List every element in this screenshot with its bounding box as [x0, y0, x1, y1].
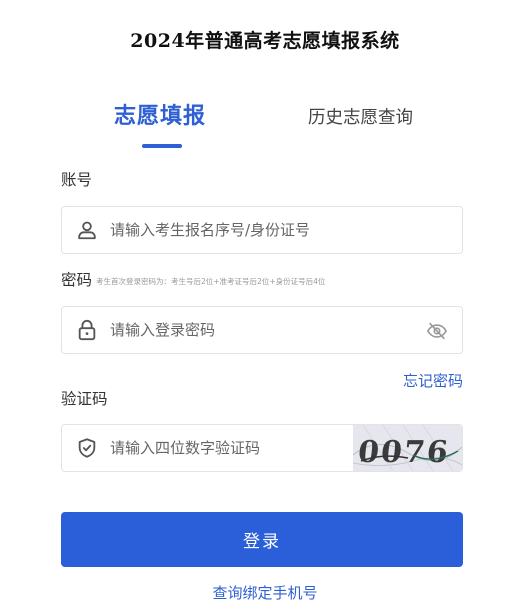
tab-history-query[interactable]: 历史志愿查询: [308, 104, 413, 129]
forgot-password-link[interactable]: 忘记密码: [403, 370, 463, 391]
login-button[interactable]: 登录: [61, 512, 463, 567]
query-bound-phone-link[interactable]: 查询绑定手机号: [0, 582, 530, 603]
login-tabs: 志愿填报 历史志愿查询: [60, 96, 464, 156]
captcha-field: 0076: [61, 424, 463, 472]
password-field: [61, 306, 463, 354]
lock-icon: [78, 319, 96, 341]
page-title: 2024年普通高考志愿填报系统: [130, 30, 400, 52]
password-label: 密码: [61, 271, 93, 289]
password-input[interactable]: [110, 307, 410, 353]
captcha-text: 0076: [356, 435, 451, 470]
user-icon: [78, 221, 96, 240]
captcha-label: 验证码: [61, 390, 108, 408]
account-input[interactable]: [110, 207, 410, 253]
active-tab-indicator: [142, 144, 182, 148]
tab-volunteer-fill[interactable]: 志愿填报: [114, 98, 206, 130]
eye-off-icon[interactable]: [426, 320, 448, 342]
account-label: 账号: [61, 171, 93, 189]
account-field: [61, 206, 463, 254]
captcha-image[interactable]: 0076: [353, 425, 462, 471]
shield-icon: [78, 438, 96, 458]
password-hint: 考生首次登录密码为：考生号后2位+准考证号后2位+身份证号后4位: [96, 277, 326, 286]
